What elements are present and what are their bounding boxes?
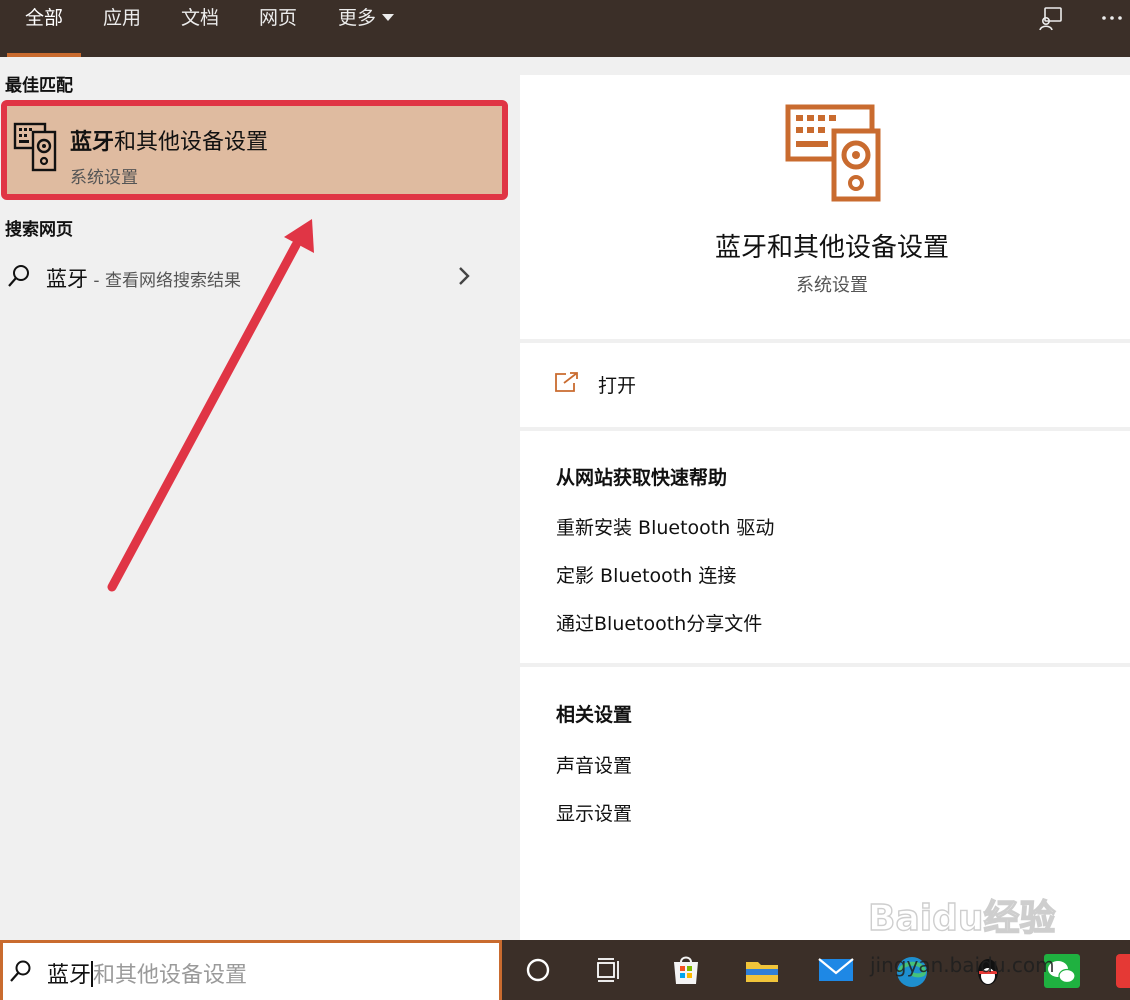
tab-web[interactable]: 网页 [246,0,310,57]
app-icon[interactable] [1114,950,1130,990]
mail-icon[interactable] [816,950,856,990]
tab-label: 网页 [258,7,297,29]
preview-panel: 蓝牙和其他设备设置 系统设置 打开 从网站获取快速帮助 重新安装 Bluetoo… [520,75,1130,940]
best-match-title-rest: 和其他设备设置 [114,130,269,155]
help-heading: 从网站获取快速帮助 [556,467,728,489]
best-match-result[interactable]: 蓝牙和其他设备设置 系统设置 [1,100,508,200]
task-view-icon[interactable] [588,950,628,990]
best-match-title-bold: 蓝牙 [70,130,115,155]
store-icon[interactable] [666,950,706,990]
search-icon [8,265,29,287]
best-match-heading: 最佳匹配 [5,76,73,96]
web-result-query: 蓝牙 [46,267,88,291]
web-search-heading: 搜索网页 [5,220,73,240]
devices-icon [785,104,881,202]
chevron-down-icon [382,14,394,21]
chevron-right-icon[interactable] [456,265,472,287]
tab-documents[interactable]: 文档 [168,0,232,57]
results-panel: 最佳匹配 蓝牙和其他设备设置 系统设置 搜索网页 蓝牙 - 查看网络搜索结果 [0,57,508,940]
tab-label: 应用 [102,7,141,29]
divider [520,663,1130,667]
search-input[interactable]: 蓝牙和其他设备设置 [0,940,502,1000]
tab-apps[interactable]: 应用 [90,0,154,57]
related-link-display-settings[interactable]: 显示设置 [556,799,632,826]
feedback-icon[interactable] [1038,6,1064,32]
related-link-sound-settings[interactable]: 声音设置 [556,751,632,778]
web-search-result[interactable]: 蓝牙 - 查看网络搜索结果 [0,257,502,301]
tab-more[interactable]: 更多 [326,0,406,57]
search-query: 蓝牙和其他设备设置 [47,957,247,989]
search-icon [10,960,31,982]
related-settings-heading: 相关设置 [556,704,633,726]
help-link-share-files[interactable]: 通过Bluetooth分享文件 [556,609,762,636]
search-autocomplete: 和其他设备设置 [93,963,248,988]
tab-all[interactable]: 全部 [7,0,81,57]
web-result-text: 蓝牙 - 查看网络搜索结果 [46,263,241,293]
help-link-fix-connection[interactable]: 定影 Bluetooth 连接 [556,561,736,588]
best-match-title: 蓝牙和其他设备设置 [70,124,268,156]
web-result-suffix: - 查看网络搜索结果 [88,271,241,291]
cortana-icon[interactable] [518,950,558,990]
preview-title: 蓝牙和其他设备设置 [714,233,949,263]
open-label: 打开 [598,375,637,397]
divider [520,427,1130,431]
preview-subtitle: 系统设置 [796,275,868,296]
tab-label: 更多 [337,7,376,29]
divider [520,339,1130,343]
svg-text:Baidu经验: Baidu经验 [868,898,1055,939]
tab-label: 全部 [24,7,63,29]
file-explorer-icon[interactable] [742,950,782,990]
svg-text:jingyan.baidu.com: jingyan.baidu.com [869,953,1055,977]
search-typed-text: 蓝牙 [47,963,92,988]
baidu-jingyan-watermark: Baidu经验 jingyan.baidu.com [867,897,1056,977]
best-match-subtitle: 系统设置 [70,168,138,188]
more-options-icon[interactable] [1100,14,1124,22]
devices-icon [13,122,57,172]
help-link-reinstall-driver[interactable]: 重新安装 Bluetooth 驱动 [556,513,774,540]
tab-label: 文档 [180,7,219,29]
search-filter-bar: 全部 应用 文档 网页 更多 [0,0,1130,57]
open-external-icon [555,372,578,392]
